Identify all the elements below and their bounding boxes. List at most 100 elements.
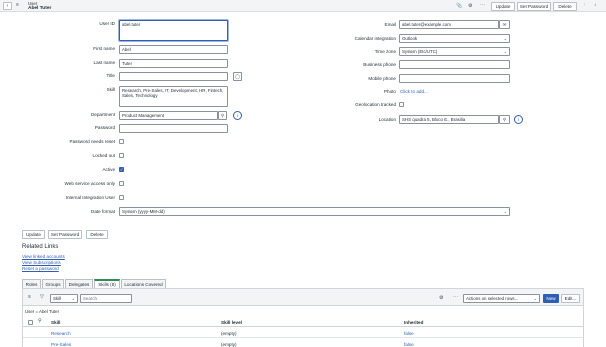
date-format-value: System (yyyy-MM-dd) — [122, 209, 165, 214]
department-search-button[interactable]: ⚲ — [218, 111, 227, 120]
hamburger-icon[interactable]: ≡ — [16, 2, 19, 8]
location-label: Location — [378, 117, 396, 122]
row-skill-link[interactable]: Pre-Sales — [51, 342, 71, 347]
header-set-password-button[interactable]: Set Password — [517, 2, 551, 11]
view-subscriptions-link[interactable]: View Subscriptions — [22, 260, 61, 265]
column-skill[interactable]: Skill — [51, 320, 60, 325]
chevron-down-icon: ⌄ — [533, 296, 537, 301]
row-inherited[interactable]: false — [404, 331, 414, 336]
column-inherited[interactable]: Inherited — [404, 320, 423, 325]
internal-integration-label: Internal Integration User — [65, 195, 115, 200]
business-phone-field[interactable] — [399, 60, 510, 69]
title-field[interactable] — [119, 72, 228, 81]
active-checkbox[interactable]: ✓ — [119, 167, 124, 172]
password-field[interactable] — [119, 124, 228, 133]
time-zone-label: Time zone — [374, 49, 396, 54]
actions-select[interactable]: Actions on selected rows... ⌄ — [463, 294, 540, 303]
list-menu-icon[interactable]: ≡ — [28, 294, 31, 300]
new-button[interactable]: New — [543, 294, 559, 303]
skill-field[interactable]: Research, Pre-Sales, IT, Development, HR… — [119, 86, 228, 107]
email-icon: ✉ — [502, 21, 507, 27]
password-reset-label: Password needs reset — [69, 139, 115, 144]
department-label: Department — [90, 112, 115, 117]
photo-label: Photo — [383, 89, 396, 94]
user-id-label: User ID — [99, 21, 115, 26]
info-icon: i — [237, 113, 238, 118]
locked-out-checkbox[interactable] — [119, 153, 124, 158]
calendar-integration-label: Calendar integration — [354, 36, 396, 41]
last-name-label: Last name — [93, 60, 115, 65]
web-service-checkbox[interactable] — [119, 181, 124, 186]
department-field[interactable]: Product Management — [119, 111, 218, 120]
search-field-select[interactable]: Skill ⌄ — [50, 294, 78, 303]
active-label: Active — [102, 167, 115, 172]
calendar-integration-value: Outlook — [402, 36, 418, 41]
first-name-label: First name — [93, 46, 115, 51]
first-name-field[interactable]: Abel — [119, 45, 228, 54]
table-header — [23, 316, 583, 327]
view-linked-accounts-link[interactable]: View linked accounts — [22, 254, 65, 259]
list-search-input[interactable]: Search — [80, 294, 132, 303]
actions-select-value: Actions on selected rows... — [466, 296, 519, 301]
tab-locations-covered[interactable]: Locations Covered — [121, 279, 166, 288]
password-reset-checkbox[interactable] — [119, 139, 124, 144]
reset-password-link[interactable]: Reset a password — [22, 266, 59, 271]
row-skill-level: (empty) — [221, 342, 237, 347]
tab-delegates[interactable]: Delegates — [65, 279, 93, 288]
skill-label: Skill — [106, 87, 115, 92]
location-info-button[interactable]: i — [514, 115, 523, 124]
last-name-field[interactable]: Tuter — [119, 59, 228, 68]
arrow-up-icon[interactable]: ↑ — [583, 2, 586, 8]
tab-roles[interactable]: Roles — [22, 279, 41, 288]
arrow-down-icon[interactable]: ↓ — [594, 2, 597, 8]
attachment-icon[interactable]: 📎 — [456, 3, 462, 9]
update-button[interactable]: Update — [22, 230, 45, 239]
table-row — [23, 328, 583, 338]
department-info-button[interactable]: i — [233, 111, 242, 120]
edit-button[interactable]: Edit... — [561, 294, 580, 303]
search-icon: ⚲ — [502, 116, 507, 122]
title-label: Title — [106, 73, 115, 78]
internal-integration-checkbox[interactable] — [119, 195, 124, 200]
header-delete-button[interactable]: Delete — [553, 2, 577, 11]
calendar-integration-select[interactable]: Outlook ⌄ — [399, 34, 510, 43]
email-field[interactable]: abel.tuter@example.com — [399, 20, 499, 29]
tab-groups[interactable]: Groups — [42, 279, 64, 288]
user-id-field[interactable]: abel.tuter — [119, 20, 228, 41]
activity-icon[interactable]: ⚙ — [468, 3, 472, 9]
row-skill-level: (empty) — [221, 331, 237, 336]
tab-skills[interactable]: Skills (8) — [94, 279, 120, 288]
web-service-label: Web service access only — [64, 181, 115, 186]
select-all-checkbox[interactable] — [28, 320, 33, 325]
photo-add-link[interactable]: Click to add... — [400, 89, 428, 94]
header-update-button[interactable]: Update — [491, 2, 515, 11]
chevron-down-icon: ⌄ — [503, 209, 507, 214]
set-password-button[interactable]: Set Password — [48, 230, 82, 239]
email-label: Email — [384, 22, 397, 27]
password-label: Password — [94, 125, 115, 130]
mobile-phone-label: Mobile phone — [368, 76, 396, 81]
search-icon[interactable]: ⚲ — [38, 318, 42, 324]
time-zone-select[interactable]: System (Etc/UTC) ⌄ — [399, 47, 510, 56]
location-search-button[interactable]: ⚲ — [499, 115, 510, 124]
more-icon[interactable]: ⋯ — [480, 2, 485, 8]
date-format-select[interactable]: System (yyyy-MM-dd) ⌄ — [119, 207, 510, 216]
search-field-value: Skill — [53, 296, 62, 301]
time-zone-value: System (Etc/UTC) — [402, 49, 438, 54]
geolocation-checkbox[interactable] — [399, 102, 404, 107]
more-icon[interactable]: ⋯ — [453, 294, 458, 300]
row-inherited[interactable]: false — [404, 342, 414, 347]
business-phone-label: Business phone — [363, 62, 396, 67]
column-skill-level[interactable]: Skill level — [221, 320, 242, 325]
back-button[interactable]: ‹ — [3, 2, 12, 10]
filter-icon[interactable]: ▽ — [40, 294, 44, 300]
form-header — [0, 0, 606, 12]
gear-icon[interactable]: ⚙ — [439, 295, 443, 301]
lightbulb-icon: ◯ — [234, 73, 241, 79]
mobile-phone-field[interactable] — [399, 74, 510, 83]
row-skill-link[interactable]: Research — [51, 331, 71, 336]
location-field[interactable]: SHS quadra 5, Bloco E., Brasilia — [399, 115, 499, 124]
email-button[interactable]: ✉ — [499, 20, 510, 29]
title-lookup-button[interactable]: ◯ — [233, 72, 242, 81]
delete-button[interactable]: Delete — [86, 230, 108, 239]
